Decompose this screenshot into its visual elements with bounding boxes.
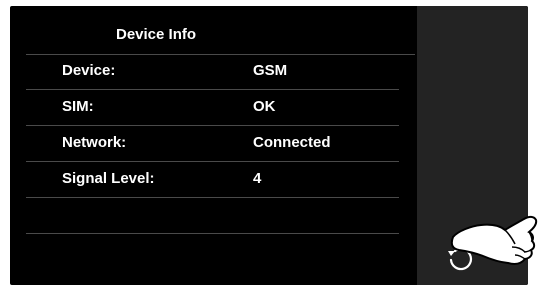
signal-level-value: 4 bbox=[253, 170, 262, 187]
device-info-table: Device: GSM SIM: OK Network: Connected S… bbox=[26, 54, 399, 234]
table-row: SIM: OK bbox=[26, 90, 399, 126]
device-value: GSM bbox=[253, 62, 288, 79]
table-row: Network: Connected bbox=[26, 126, 399, 162]
network-value: Connected bbox=[253, 134, 331, 151]
table-row: Signal Level: 4 bbox=[26, 162, 399, 198]
device-label: Device: bbox=[62, 62, 116, 79]
network-label: Network: bbox=[62, 134, 127, 151]
table-row: Device: GSM bbox=[26, 54, 399, 90]
back-arrow-icon[interactable] bbox=[440, 244, 480, 274]
sim-value: OK bbox=[253, 98, 276, 115]
page-header: Device Info bbox=[26, 24, 415, 55]
signal-level-label: Signal Level: bbox=[62, 170, 155, 187]
sim-label: SIM: bbox=[62, 98, 94, 115]
page-title: Device Info bbox=[115, 26, 197, 43]
empty-row bbox=[26, 198, 399, 234]
